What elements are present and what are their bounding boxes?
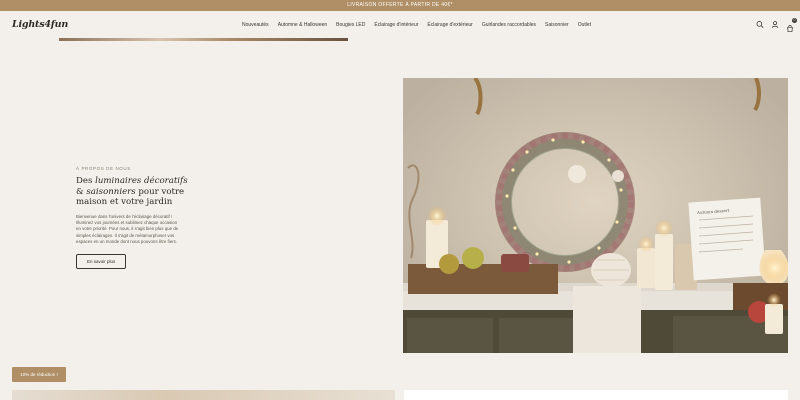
announcement-bar: LIVRAISON OFFERTE À PARTIR DE 40€* [0, 0, 800, 11]
account-icon[interactable] [771, 20, 779, 29]
carousel-scroll-strip [59, 38, 348, 41]
about-body: Bienvenue dans l'univers de l'éclairage … [76, 213, 179, 245]
heading-part-2: & [76, 186, 87, 197]
nav-item-eclairage-exterieur[interactable]: Éclairage d'extérieur [427, 22, 472, 28]
about-heading: Des luminaires décoratifs & saisonniers … [76, 176, 191, 208]
main-nav: Nouveautés Automne & Halloween Bougies L… [242, 22, 591, 28]
search-icon[interactable] [756, 20, 764, 29]
discount-button[interactable]: 10% de réduction ! [12, 367, 66, 382]
cart-count-badge: 0 [792, 18, 797, 23]
heading-part-1: Des [76, 176, 96, 186]
heading-em-2: saisonniers [86, 186, 136, 197]
cart-button[interactable]: 0 [786, 18, 797, 33]
heading-em-1: luminaires décoratifs [95, 176, 188, 186]
about-eyebrow: À PROPOS DE NOUS [76, 166, 131, 171]
nav-item-eclairage-interieur[interactable]: Éclairage d'intérieur [374, 22, 418, 28]
bottom-left-image [12, 390, 395, 400]
header-icons: 0 [756, 18, 797, 33]
bottom-right-card [404, 390, 788, 400]
cart-icon [787, 24, 793, 33]
autumn-wreath-scene-image: Autumn dessert [403, 78, 788, 353]
logo[interactable]: Lights4fun [12, 19, 68, 30]
nav-item-bougies-led[interactable]: Bougies LED [336, 22, 365, 28]
nav-item-automne-halloween[interactable]: Automne & Halloween [278, 22, 327, 28]
about-section: À PROPOS DE NOUS Des luminaires décorati… [76, 166, 191, 269]
nav-item-saisonnier[interactable]: Saisonnier [545, 22, 569, 28]
learn-more-button[interactable]: En savoir plus [76, 253, 127, 269]
site-header: Lights4fun Nouveautés Automne & Hallowee… [0, 11, 800, 40]
nav-item-nouveautes[interactable]: Nouveautés [242, 22, 269, 28]
hero-photo: Autumn dessert [403, 78, 788, 353]
nav-item-guirlandes[interactable]: Guirlandes raccordables [482, 22, 536, 28]
nav-item-outlet[interactable]: Outlet [578, 22, 591, 28]
